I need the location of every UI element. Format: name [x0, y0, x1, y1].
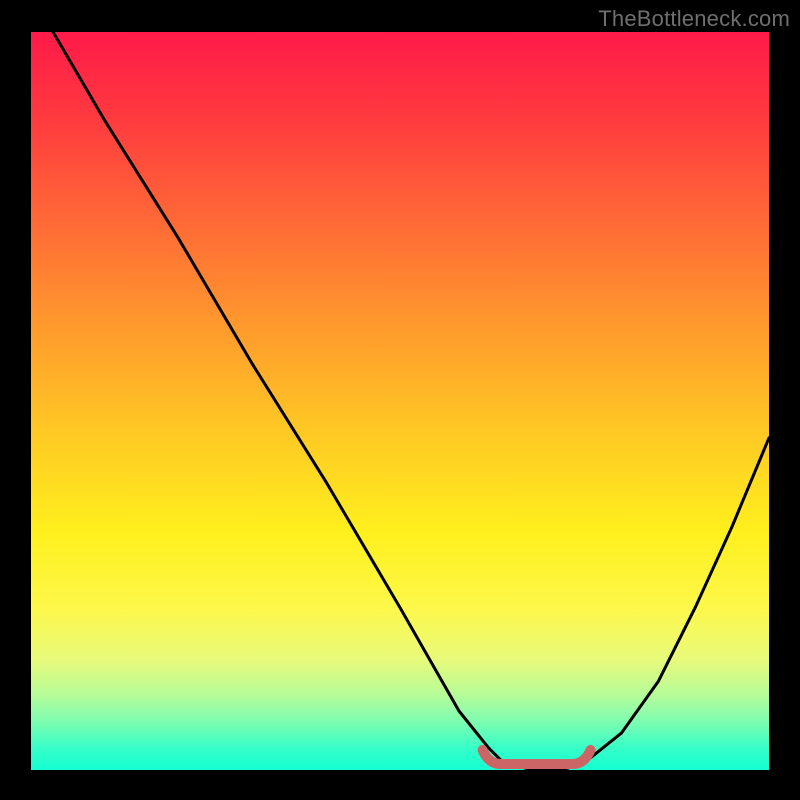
bottleneck-curve-path — [53, 32, 769, 770]
watermark-text: TheBottleneck.com — [598, 6, 790, 32]
curve-svg — [31, 32, 769, 770]
plot-area — [31, 32, 769, 770]
chart-frame: TheBottleneck.com — [0, 0, 800, 800]
